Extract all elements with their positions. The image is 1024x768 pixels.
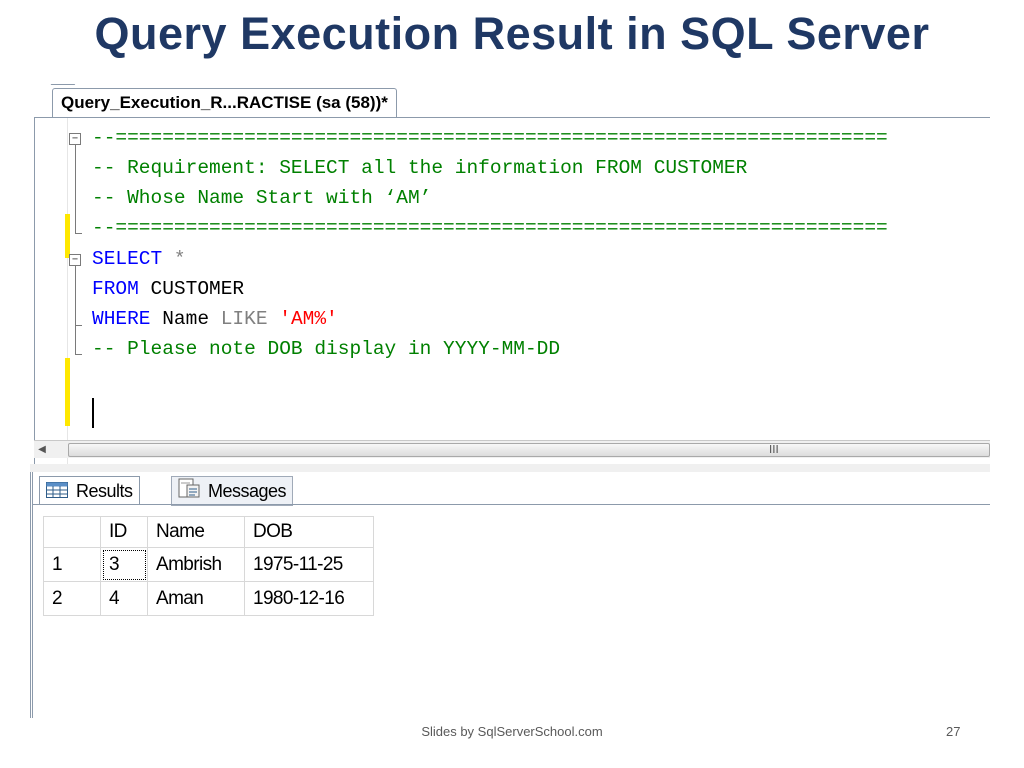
results-panel: Results Messages ID Name DOB 1 3 Ambrish… <box>30 472 990 718</box>
page-number: 27 <box>946 724 961 739</box>
cell-dob[interactable]: 1975-11-25 <box>244 547 374 582</box>
code-line-select: SELECT * <box>92 245 186 273</box>
slide-footer: Slides by SqlServerSchool.com <box>421 724 603 739</box>
keyword-from: FROM <box>92 278 139 300</box>
code-line-where: WHERE Name LIKE 'AM%' <box>92 305 338 333</box>
fold-tick <box>75 325 82 326</box>
keyword-select: SELECT <box>92 248 163 270</box>
tab-messages-label: Messages <box>208 481 287 501</box>
text-caret <box>92 398 94 428</box>
grid-icon <box>46 478 68 506</box>
scrollbar-thumb[interactable]: III <box>68 443 990 457</box>
column-header-dob[interactable]: DOB <box>244 516 374 548</box>
select-star: * <box>173 248 186 270</box>
fold-end <box>75 233 82 234</box>
table-row[interactable]: 1 3 Ambrish 1975-11-25 <box>43 547 374 582</box>
scrollbar-grip: III <box>769 443 779 456</box>
cell-id[interactable]: 3 <box>100 547 148 582</box>
tab-underline <box>33 504 990 505</box>
string-literal: 'AM%' <box>279 308 338 330</box>
cell-name[interactable]: Ambrish <box>147 547 245 582</box>
fold-line <box>75 266 76 354</box>
fold-end <box>75 354 82 355</box>
column-header-id[interactable]: ID <box>100 516 148 548</box>
column-header-name[interactable]: Name <box>147 516 245 548</box>
editor-gutter <box>35 118 68 474</box>
code-line-comment: --======================================… <box>92 127 888 149</box>
row-number-header <box>43 516 101 548</box>
fold-line <box>75 145 76 233</box>
grid-header-row: ID Name DOB <box>43 516 374 548</box>
slide-title: Query Execution Result in SQL Server <box>94 8 930 59</box>
tab-results[interactable]: Results <box>39 476 140 505</box>
ssms-window: Query_Execution_R...RACTISE (sa (58))* −… <box>30 84 990 718</box>
tab-results-label: Results <box>76 481 133 501</box>
change-bar <box>65 358 70 426</box>
row-number[interactable]: 1 <box>43 547 101 582</box>
keyword-where: WHERE <box>92 308 151 330</box>
horizontal-scrollbar[interactable]: ◀ III <box>34 440 990 458</box>
change-bar <box>65 214 70 258</box>
cell-id[interactable]: 4 <box>100 581 148 616</box>
code-line-from: FROM CUSTOMER <box>92 275 244 303</box>
scroll-left-icon[interactable]: ◀ <box>36 443 48 456</box>
collapse-icon[interactable]: − <box>69 254 81 266</box>
code-line-comment: -- Please note DOB display in YYYY-MM-DD <box>92 338 561 360</box>
code-line-comment: -- Requirement: SELECT all the informati… <box>92 157 748 179</box>
code-line-comment: -- Whose Name Start with ‘AM’ <box>92 187 432 209</box>
cell-dob[interactable]: 1980-12-16 <box>244 581 374 616</box>
query-tab[interactable]: Query_Execution_R...RACTISE (sa (58))* <box>52 88 397 117</box>
column-name: Name <box>162 308 210 330</box>
results-grid[interactable]: ID Name DOB 1 3 Ambrish 1975-11-25 2 4 A… <box>43 516 374 616</box>
keyword-like: LIKE <box>220 308 268 330</box>
query-editor[interactable]: − − --==================================… <box>34 117 990 474</box>
table-row[interactable]: 2 4 Aman 1980-12-16 <box>43 581 374 616</box>
tab-messages[interactable]: Messages <box>171 476 294 506</box>
row-number[interactable]: 2 <box>43 581 101 616</box>
collapse-icon[interactable]: − <box>69 133 81 145</box>
code-line-comment: --======================================… <box>92 217 888 239</box>
messages-icon <box>178 478 200 506</box>
table-name: CUSTOMER <box>150 278 245 300</box>
cell-name[interactable]: Aman <box>147 581 245 616</box>
document-tabstrip: Query_Execution_R...RACTISE (sa (58))* <box>30 84 990 120</box>
